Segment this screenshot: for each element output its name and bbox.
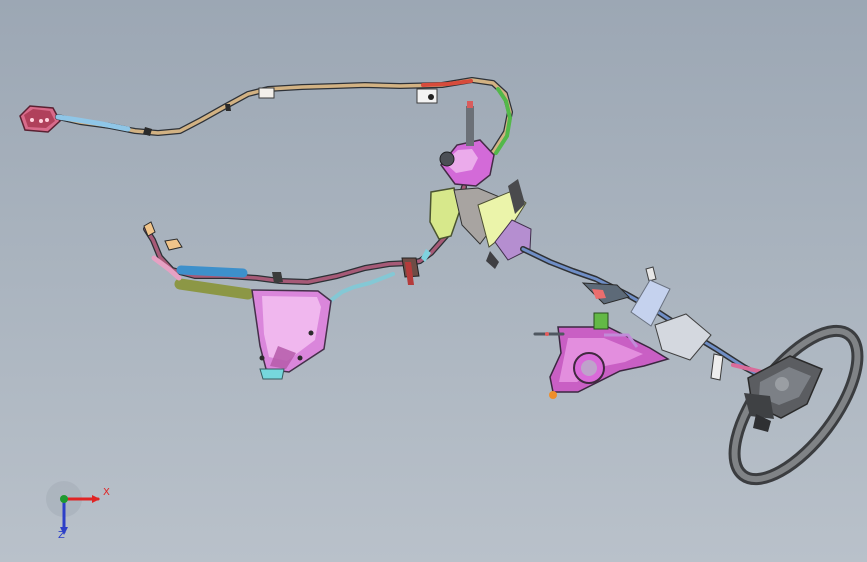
connector-left[interactable]	[19, 105, 61, 133]
reservoir-bracket[interactable]	[251, 289, 332, 380]
y-axis-dot	[60, 495, 68, 503]
cad-viewport[interactable]: X Z	[0, 0, 867, 562]
assembly-model[interactable]	[0, 0, 867, 562]
pedal-bracket[interactable]	[533, 312, 670, 399]
x-axis-arrow	[92, 495, 100, 503]
x-axis-label: X	[103, 487, 110, 498]
lower-harness[interactable]	[143, 184, 467, 306]
upper-harness[interactable]	[55, 77, 513, 163]
steering-wheel[interactable]	[712, 311, 867, 499]
shaft-bracket[interactable]	[710, 353, 724, 381]
master-cylinder[interactable]	[429, 101, 532, 269]
z-axis-label: Z	[58, 530, 65, 541]
